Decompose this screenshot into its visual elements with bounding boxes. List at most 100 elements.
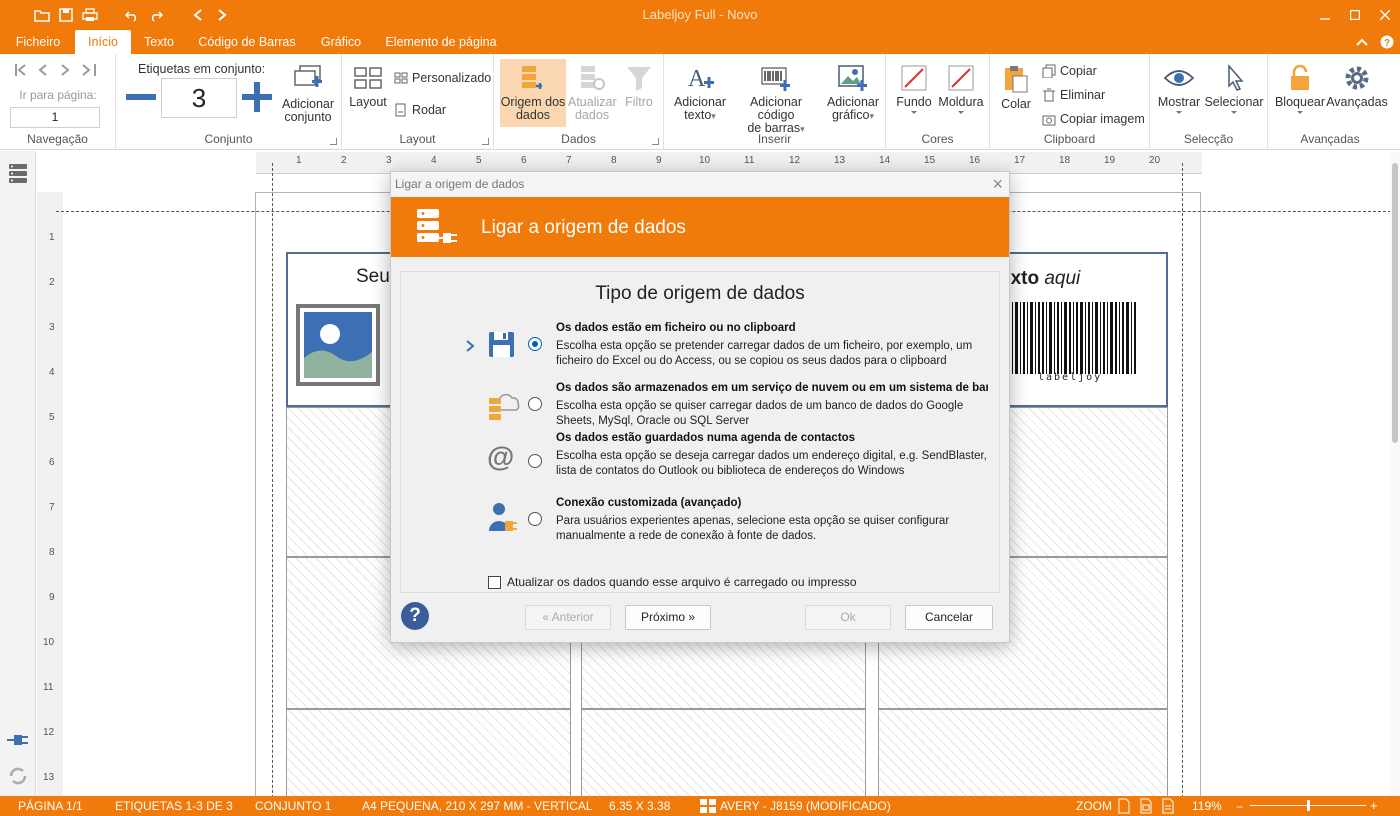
option-radio[interactable] bbox=[528, 397, 542, 411]
tab-texto[interactable]: Texto bbox=[136, 30, 182, 54]
ruler-tick-label: 12 bbox=[789, 155, 801, 166]
tab-codigo-de-barras[interactable]: Código de Barras bbox=[192, 30, 302, 54]
minimize-icon[interactable] bbox=[1310, 0, 1340, 30]
gear-icon bbox=[1345, 66, 1369, 90]
filtro-button[interactable]: Filtro bbox=[618, 64, 660, 109]
zoom-mode-icons[interactable] bbox=[1118, 798, 1182, 814]
minus-button[interactable] bbox=[126, 82, 156, 112]
selecionar-label: Selecionar bbox=[1204, 95, 1264, 109]
avancadas-button[interactable]: Avançadas bbox=[1326, 64, 1388, 109]
scrollbar-thumb[interactable] bbox=[1392, 163, 1398, 443]
dialog-launcher[interactable] bbox=[482, 138, 489, 145]
navigation-arrows-icon[interactable] bbox=[14, 63, 98, 77]
sync-icon[interactable] bbox=[7, 765, 29, 787]
tab-grafico[interactable]: Gráfico bbox=[312, 30, 370, 54]
dialog-launcher[interactable] bbox=[652, 138, 659, 145]
collapse-ribbon-icon[interactable] bbox=[1356, 34, 1368, 50]
ruler-tick-label: 13 bbox=[834, 155, 846, 166]
ruler-tick-label: 1 bbox=[296, 155, 302, 166]
ruler-tick-label: 5 bbox=[476, 155, 482, 166]
custom-layout-icon bbox=[394, 72, 408, 84]
layout-button[interactable]: Layout bbox=[346, 66, 390, 109]
add-set-button[interactable]: Adicionar conjunto bbox=[278, 64, 338, 124]
tab-inicio[interactable]: Início bbox=[75, 30, 131, 54]
ruler-tick-label: 10 bbox=[43, 637, 55, 648]
atualizar-dados-button[interactable]: Atualizar dados bbox=[568, 64, 617, 122]
ruler-tick-label: 13 bbox=[43, 772, 55, 783]
colar-button[interactable]: Colar bbox=[996, 64, 1036, 111]
ruler-tick-label: 11 bbox=[43, 682, 54, 693]
colar-label: Colar bbox=[1001, 97, 1031, 111]
ruler-tick-label: 7 bbox=[49, 502, 55, 513]
avancadas-label: Avançadas bbox=[1326, 95, 1388, 109]
option-radio[interactable] bbox=[528, 337, 542, 351]
copy-icon bbox=[1042, 64, 1056, 78]
group-label: Conjunto bbox=[204, 132, 253, 146]
group-dados: Origem dos dados Atualizar dados Filtro … bbox=[494, 54, 664, 150]
labels-per-set-input[interactable]: 3 bbox=[161, 78, 237, 118]
rodar-button[interactable]: Rodar bbox=[394, 103, 446, 117]
bloquear-button[interactable]: Bloquear bbox=[1272, 64, 1328, 114]
adicionar-codigo-de-barras-button[interactable]: Adicionar código de barras▾ bbox=[730, 64, 822, 136]
layers-icon[interactable] bbox=[8, 163, 28, 185]
cursor-arrow-icon bbox=[1228, 64, 1244, 91]
close-icon[interactable] bbox=[1370, 0, 1400, 30]
copiar-button[interactable]: Copiar bbox=[1042, 64, 1097, 78]
status-template[interactable]: AVERY - J8159 (MODIFICADO) bbox=[720, 799, 891, 813]
group-inserir: A Adicionar texto▾ Adicionar código de b… bbox=[664, 54, 886, 150]
adicionar-texto-button[interactable]: A Adicionar texto▾ bbox=[670, 64, 730, 123]
ruler-tick-label: 20 bbox=[1149, 155, 1161, 166]
dialog-content-panel: Tipo de origem de dados Os dados estão e… bbox=[400, 271, 1000, 593]
mostrar-button[interactable]: Mostrar bbox=[1156, 64, 1202, 114]
ruler-tick-label: 9 bbox=[49, 592, 55, 603]
ruler-tick-label: 12 bbox=[43, 727, 55, 738]
adicionar-grafico-button[interactable]: Adicionar gráfico▾ bbox=[824, 64, 882, 123]
origem-dos-dados-button[interactable]: Origem dos dados bbox=[500, 59, 566, 127]
cancel-button[interactable]: Cancelar bbox=[905, 605, 993, 630]
next-button[interactable]: Próximo » bbox=[625, 605, 711, 630]
refresh-on-load-checkbox[interactable] bbox=[488, 575, 501, 589]
tab-ficheiro[interactable]: Ficheiro bbox=[6, 30, 70, 54]
data-source-plug-icon bbox=[417, 209, 457, 243]
plus-button[interactable] bbox=[242, 82, 272, 112]
plug-icon[interactable] bbox=[6, 731, 30, 749]
status-zoom-label: ZOOM bbox=[1076, 799, 1112, 813]
chevron-right-icon bbox=[466, 340, 475, 352]
help-icon[interactable]: ? bbox=[1380, 34, 1394, 50]
copiar-imagem-button[interactable]: Copiar imagem bbox=[1042, 112, 1145, 126]
zoom-slider-thumb[interactable] bbox=[1307, 800, 1310, 811]
delete-icon bbox=[1043, 88, 1055, 102]
data-source-dialog: Ligar a origem de dados × Ligar a origem… bbox=[390, 171, 1010, 643]
zoom-in-icon[interactable]: + bbox=[1370, 798, 1378, 813]
maximize-icon[interactable] bbox=[1340, 0, 1370, 30]
tab-elemento-de-pagina[interactable]: Elemento de página bbox=[380, 30, 502, 54]
status-set: CONJUNTO 1 bbox=[255, 799, 332, 813]
option-title: Conexão customizada (avançado) bbox=[556, 497, 742, 509]
zoom-out-icon[interactable]: − bbox=[1236, 800, 1243, 814]
page-number-input[interactable]: 1 bbox=[10, 107, 100, 128]
previous-button[interactable]: « Anterior bbox=[525, 605, 611, 630]
refresh-on-load-checkbox-row[interactable]: Atualizar os dados quando esse arquivo é… bbox=[488, 575, 857, 589]
option-radio[interactable] bbox=[528, 454, 542, 468]
personalizado-button[interactable]: Personalizado bbox=[394, 71, 491, 85]
help-question-icon[interactable]: ? bbox=[401, 602, 429, 630]
ruler-tick-label: 18 bbox=[1059, 155, 1071, 166]
eliminar-button[interactable]: Eliminar bbox=[1042, 88, 1105, 102]
selecionar-button[interactable]: Selecionar bbox=[1204, 64, 1264, 114]
ruler-tick-label: 4 bbox=[49, 367, 55, 378]
group-label: Clipboard bbox=[1043, 132, 1096, 146]
fundo-button[interactable]: Fundo bbox=[892, 64, 936, 114]
option-radio[interactable] bbox=[528, 512, 542, 526]
dialog-close-icon[interactable]: × bbox=[992, 174, 1003, 195]
dialog-launcher[interactable] bbox=[330, 138, 337, 145]
ruler-tick-label: 11 bbox=[744, 155, 755, 166]
dialog-window-title: Ligar a origem de dados bbox=[395, 177, 525, 191]
add-text-icon: A bbox=[688, 66, 714, 92]
moldura-button[interactable]: Moldura bbox=[936, 64, 986, 114]
ruler-tick-label: 2 bbox=[341, 155, 347, 166]
at-sign-icon: @ bbox=[487, 441, 515, 472]
ok-button[interactable]: Ok bbox=[805, 605, 891, 630]
add-barcode-icon bbox=[761, 67, 790, 91]
atualizar-label-1: Atualizar bbox=[568, 95, 617, 109]
group-label: Layout bbox=[399, 132, 436, 146]
